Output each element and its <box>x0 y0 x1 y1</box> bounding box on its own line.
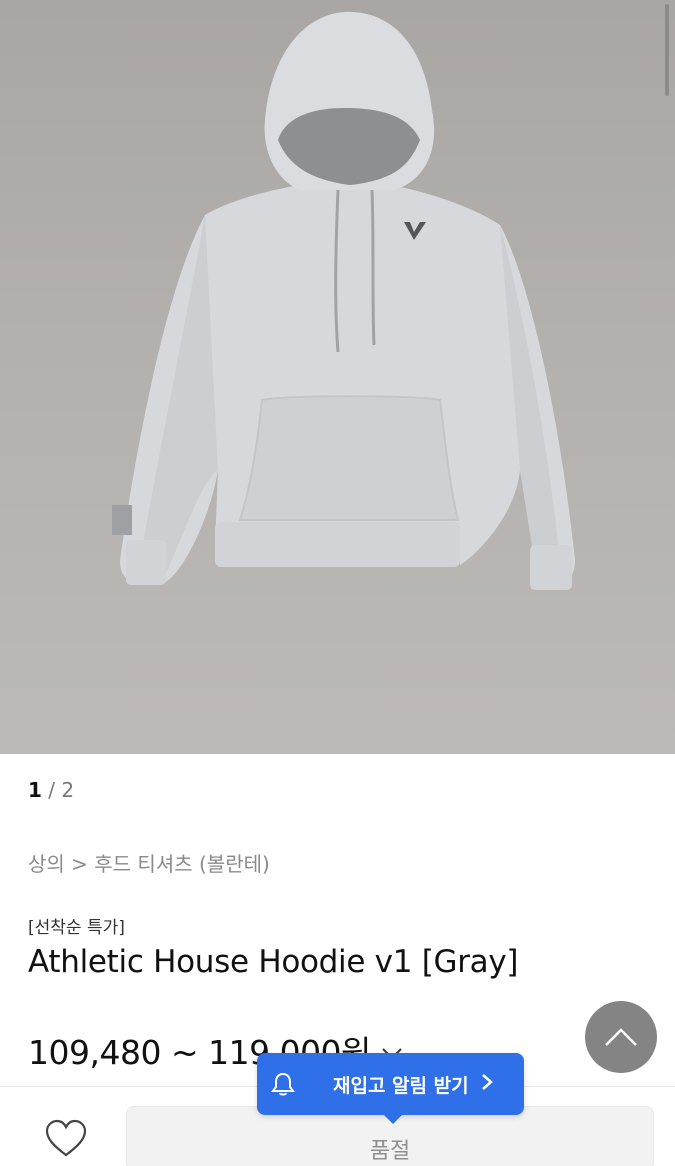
bell-icon <box>271 1072 295 1096</box>
scroll-to-top-button[interactable] <box>585 1001 657 1073</box>
heart-icon[interactable] <box>44 1118 88 1158</box>
restock-label: 재입고 알림 받기 <box>333 1074 469 1097</box>
breadcrumb[interactable]: 상의 > 후드 티셔츠 (볼란테) <box>28 848 270 877</box>
restock-alert-button[interactable]: 재입고 알림 받기 <box>257 1053 524 1124</box>
soldout-label: 품절 <box>369 1139 411 1164</box>
chevron-right-icon <box>481 1072 493 1096</box>
product-image-gallery[interactable] <box>0 0 675 754</box>
gallery-counter: 1 / 2 <box>28 778 74 802</box>
promo-tag: [선착순 특가] <box>28 918 125 938</box>
scrollbar[interactable] <box>665 4 669 96</box>
product-photo-hoodie <box>112 11 575 590</box>
gallery-total: 2 <box>61 778 75 802</box>
product-title: Athletic House Hoodie v1 [Gray] <box>28 944 519 980</box>
gallery-current: 1 <box>28 778 42 802</box>
chevron-up-icon <box>605 1028 637 1046</box>
gallery-separator: / <box>41 778 62 802</box>
